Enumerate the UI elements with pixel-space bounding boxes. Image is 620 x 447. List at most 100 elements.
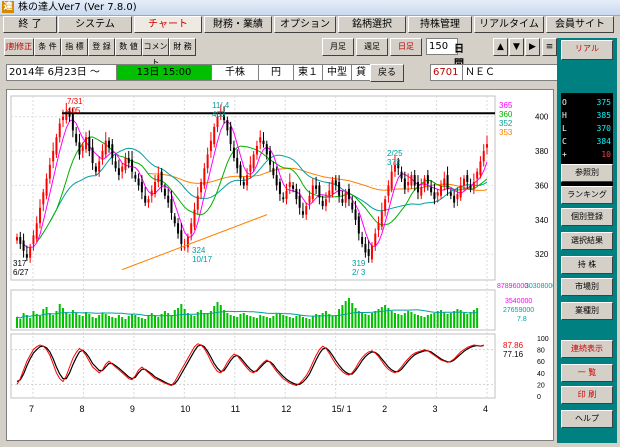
candle-body xyxy=(384,199,387,212)
side-button-11[interactable]: ヘルプ xyxy=(561,410,613,428)
side-button-2[interactable]: ランキング xyxy=(561,186,613,204)
candle-body xyxy=(177,223,180,234)
stock-code[interactable]: 6701 xyxy=(430,64,464,81)
candle-body xyxy=(180,230,183,244)
candle-body xyxy=(285,190,288,200)
ma-value-label: 352 xyxy=(499,119,513,128)
menu-1[interactable]: 終 了 xyxy=(3,16,57,33)
volume-bar xyxy=(410,312,413,328)
right-arrow-icon[interactable]: ▶ xyxy=(525,38,540,56)
side-button-9[interactable]: 一 覧 xyxy=(561,364,613,382)
menu-3[interactable]: チャート xyxy=(134,16,202,33)
candle-body xyxy=(301,211,304,215)
stock-chart[interactable]: 7 8 9 10 11 12 15/ 1 2 3 43203403603804007/314051… xyxy=(7,90,556,440)
side-button-7[interactable]: 業種別 xyxy=(561,302,613,320)
candle-body xyxy=(292,185,295,189)
volume-bar xyxy=(269,318,272,328)
menu-9[interactable]: 会員サイト xyxy=(546,16,614,33)
volume-bar xyxy=(94,318,97,328)
side-button-10[interactable]: 印 刷 xyxy=(561,386,613,404)
down-arrow-icon[interactable]: ▼ xyxy=(509,38,524,56)
volume-bar xyxy=(62,308,65,328)
toolbar-button-3[interactable]: 指 標 xyxy=(61,38,88,56)
side-button-8[interactable]: 連続表示 xyxy=(561,340,613,358)
volume-bar xyxy=(259,315,262,328)
side-button-3[interactable]: 個別登録 xyxy=(561,208,613,226)
volume-bar xyxy=(308,319,311,328)
candle-body xyxy=(147,199,150,203)
candle-body xyxy=(196,195,199,210)
volume-bar xyxy=(249,316,252,328)
toolbar-button-7[interactable]: 財 務 xyxy=(169,38,196,56)
date-field[interactable]: 2014年 6月23日 〜 xyxy=(6,64,117,81)
toolbar-button-6[interactable]: コメント xyxy=(142,38,169,67)
candle-body xyxy=(236,157,239,169)
side-button-6[interactable]: 市場別 xyxy=(561,278,613,296)
menu-5[interactable]: オプション xyxy=(274,16,336,33)
volume-bar xyxy=(246,315,249,328)
candle-body xyxy=(410,175,413,186)
currency-field[interactable]: 円 xyxy=(258,64,294,81)
volume-bar xyxy=(255,318,258,328)
realtime-button[interactable]: リアル xyxy=(561,40,613,60)
candle-body xyxy=(137,178,140,186)
volume-bar xyxy=(278,313,281,328)
toolbar-button-1[interactable]: J割修正 xyxy=(4,38,34,56)
price-annotation: 2/25 xyxy=(387,149,403,158)
period-button-2[interactable]: 週足 xyxy=(356,38,388,56)
volume-bar xyxy=(311,316,314,328)
side-button-5[interactable]: 持 株 xyxy=(561,256,613,274)
candle-body xyxy=(39,207,42,224)
toolbar-button-2[interactable]: 条 件 xyxy=(34,38,61,56)
volume-bar xyxy=(58,304,61,328)
osc-tick-label: 100 xyxy=(537,336,549,343)
candle-body xyxy=(29,247,32,258)
candle-body xyxy=(370,245,373,260)
x-tick-label: 7 xyxy=(29,404,34,414)
volume-bar xyxy=(104,314,107,328)
menu-icon[interactable]: ≡ xyxy=(542,38,557,56)
menu-6[interactable]: 銘柄選択 xyxy=(338,16,406,33)
volume-bar xyxy=(469,312,472,328)
volume-bar xyxy=(78,315,81,328)
candle-body xyxy=(85,137,88,150)
side-button-4[interactable]: 選択結果 xyxy=(561,232,613,250)
menu-8[interactable]: リアルタイム xyxy=(474,16,544,33)
volume-bar xyxy=(321,313,324,328)
volume-bar xyxy=(88,314,91,328)
back-button[interactable]: 戻る xyxy=(370,64,404,82)
candle-body xyxy=(341,199,344,203)
volume-bar xyxy=(39,316,42,328)
volume-bar xyxy=(459,310,462,328)
chart-area[interactable]: 7 8 9 10 11 12 15/ 1 2 3 4 320 340 360 380 400 7/31 405 1… xyxy=(6,89,556,441)
ma-long-line xyxy=(148,167,488,191)
up-arrow-icon[interactable]: ▲ xyxy=(493,38,508,56)
candle-body xyxy=(298,195,301,208)
volume-label: 27659000 xyxy=(503,307,534,314)
candle-body xyxy=(272,168,275,176)
side-button-1[interactable]: 参照別 xyxy=(561,164,613,182)
volume-bar xyxy=(177,308,180,328)
candle-body xyxy=(364,243,367,253)
menu-4[interactable]: 財務・業績 xyxy=(204,16,272,33)
period-button-1[interactable]: 月足 xyxy=(322,38,354,56)
candle-body xyxy=(390,171,393,189)
volume-label: 7.8 xyxy=(517,316,527,323)
volume-bar xyxy=(397,314,400,328)
menu-2[interactable]: システム xyxy=(58,16,132,33)
candle-body xyxy=(203,168,206,186)
candle-body xyxy=(190,223,193,234)
volume-bar xyxy=(403,313,406,328)
candle-body xyxy=(75,133,78,143)
volume-bar xyxy=(380,307,383,328)
toolbar-button-4[interactable]: 登 録 xyxy=(88,38,115,56)
candle-body xyxy=(472,181,475,189)
candle-body xyxy=(449,192,452,196)
ma-value-label: 353 xyxy=(499,128,513,137)
menu-7[interactable]: 持株管理 xyxy=(408,16,472,33)
volume-bar xyxy=(35,314,38,328)
toolbar-button-5[interactable]: 数 値 xyxy=(115,38,142,56)
period-button-3[interactable]: 日足 xyxy=(390,38,422,56)
candle-body xyxy=(154,181,157,195)
volume-bar xyxy=(449,313,452,328)
